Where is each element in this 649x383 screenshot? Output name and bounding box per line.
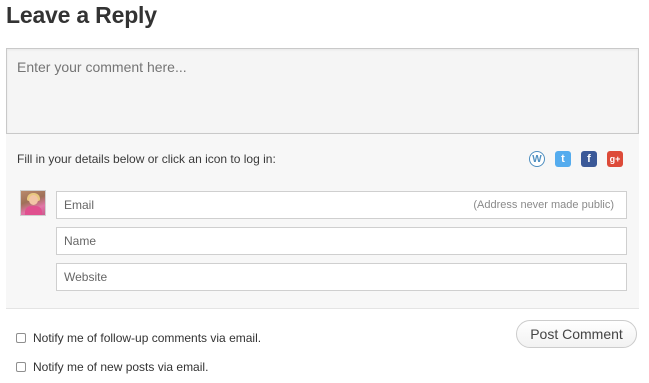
notify-followup-option[interactable]: Notify me of follow-up comments via emai… xyxy=(16,331,261,345)
notify-new-posts-checkbox[interactable] xyxy=(16,362,26,372)
notify-new-posts-label: Notify me of new posts via email. xyxy=(33,360,209,374)
avatar xyxy=(20,190,46,216)
email-privacy-note: (Address never made public) xyxy=(473,199,614,211)
notify-new-posts-option[interactable]: Notify me of new posts via email. xyxy=(16,360,208,374)
name-field[interactable] xyxy=(56,227,627,255)
login-prompt: Fill in your details below or click an i… xyxy=(17,152,276,166)
twitter-icon[interactable]: t xyxy=(555,151,571,167)
notify-followup-label: Notify me of follow-up comments via emai… xyxy=(33,331,262,345)
comment-box[interactable] xyxy=(6,48,639,134)
post-comment-button[interactable]: Post Comment xyxy=(516,320,637,348)
website-field[interactable] xyxy=(56,263,627,291)
email-field[interactable]: (Address never made public) xyxy=(56,191,627,219)
facebook-icon[interactable]: f xyxy=(581,151,597,167)
login-details-panel: Fill in your details below or click an i… xyxy=(6,134,639,309)
google-plus-icon[interactable]: g+ xyxy=(607,151,623,167)
website-input[interactable] xyxy=(57,264,626,290)
comment-textarea[interactable] xyxy=(7,49,638,133)
reply-title: Leave a Reply xyxy=(6,2,157,28)
wordpress-icon[interactable]: W xyxy=(529,151,545,167)
name-input[interactable] xyxy=(57,228,626,254)
notify-followup-checkbox[interactable] xyxy=(16,333,26,343)
